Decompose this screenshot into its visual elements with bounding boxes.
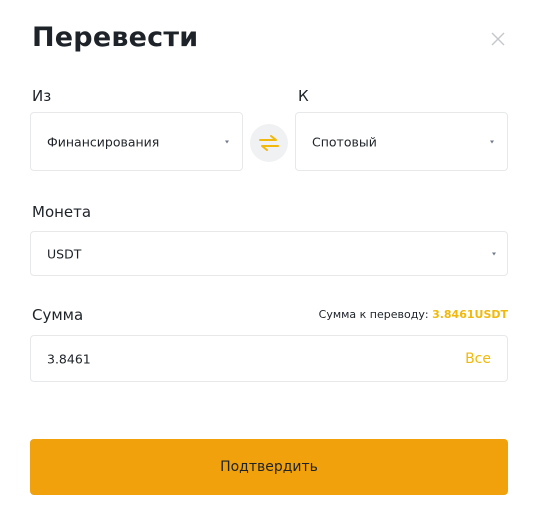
available-amount: Сумма к переводу: 3.8461USDT xyxy=(319,308,508,321)
chevron-down-icon xyxy=(492,252,496,255)
swap-button[interactable] xyxy=(250,124,288,162)
available-amount-label: Сумма к переводу: xyxy=(318,308,429,321)
amount-input[interactable]: 3.8461 Все xyxy=(30,335,508,382)
coin-value: USDT xyxy=(47,246,82,261)
amount-value: 3.8461 xyxy=(47,351,91,366)
dialog-title: Перевести xyxy=(32,22,199,53)
from-account-value: Финансирования xyxy=(47,134,160,149)
confirm-button[interactable]: Подтвердить xyxy=(30,439,508,495)
coin-select[interactable]: USDT xyxy=(30,231,508,276)
all-button[interactable]: Все xyxy=(465,351,491,367)
to-account-select[interactable]: Спотовый xyxy=(295,112,508,171)
to-label: К xyxy=(298,87,309,105)
swap-arrows-icon xyxy=(259,135,279,151)
coin-label: Монета xyxy=(32,203,92,221)
amount-label: Сумма xyxy=(32,306,84,324)
chevron-down-icon xyxy=(490,140,494,143)
from-account-select[interactable]: Финансирования xyxy=(30,112,243,171)
chevron-down-icon xyxy=(225,140,229,143)
from-label: Из xyxy=(32,87,52,105)
available-amount-value: 3.8461USDT xyxy=(432,308,508,321)
close-icon[interactable] xyxy=(487,28,509,50)
to-account-value: Спотовый xyxy=(312,134,377,149)
transfer-dialog: Перевести Из Финансирования К Спотовый М… xyxy=(0,0,549,514)
